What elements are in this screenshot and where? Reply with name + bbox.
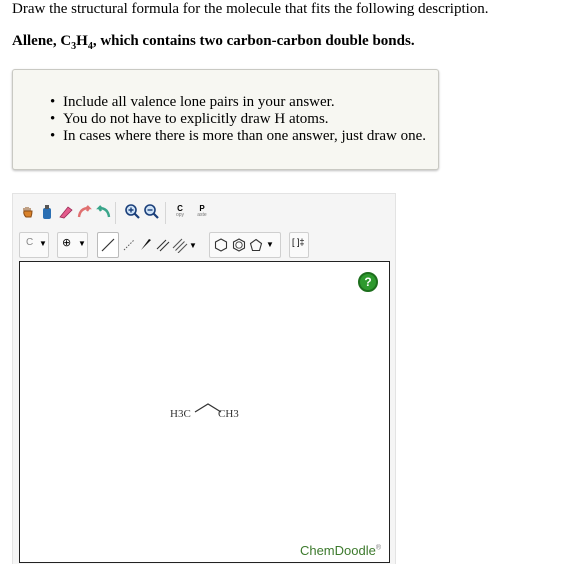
paste-sublabel: aste — [197, 212, 207, 218]
question-description: Allene, C3H4, which contains two carbon-… — [12, 33, 415, 52]
zoom-in-icon[interactable] — [124, 202, 142, 222]
single-bond-icon[interactable] — [97, 232, 119, 258]
instructions-box: Include all valence lone pairs in your a… — [12, 69, 439, 170]
instruction-item: Include all valence lone pairs in your a… — [50, 94, 426, 111]
atom-label-left: H3C — [170, 408, 191, 420]
charge-label: ⊕ — [62, 236, 72, 249]
drawing-canvas[interactable]: ? H3C CH3 ChemDoodle® — [19, 261, 390, 563]
copy-button[interactable]: C opy — [171, 202, 189, 222]
clear-icon[interactable] — [76, 202, 94, 222]
desc-prefix: Allene, C — [12, 33, 72, 49]
ring-icon[interactable] — [212, 235, 230, 255]
desc-suffix: , which contains two carbon-carbon doubl… — [92, 33, 415, 49]
charge-selector[interactable]: ⊕ ▼ — [57, 232, 88, 258]
chevron-down-icon[interactable]: ▼ — [266, 240, 274, 249]
atom-label-right: CH3 — [218, 408, 239, 420]
bond-stereo-icon[interactable] — [120, 235, 138, 255]
undo-icon[interactable] — [94, 202, 112, 222]
chevron-down-icon[interactable]: ▼ — [187, 235, 199, 255]
wedge-bond-icon[interactable] — [137, 235, 155, 255]
toolbar-row-1: C opy P aste — [19, 202, 219, 224]
instruction-item: You do not have to explicitly draw H ato… — [50, 111, 426, 128]
double-bond-icon[interactable] — [154, 235, 172, 255]
ring-tools: ▼ — [209, 232, 281, 258]
copy-sublabel: opy — [175, 212, 185, 218]
hand-icon[interactable] — [19, 202, 37, 222]
instructions-list: Include all valence lone pairs in your a… — [50, 94, 426, 145]
instruction-item: In cases where there is more than one an… — [50, 128, 426, 145]
lasso-icon[interactable] — [38, 202, 56, 222]
chevron-down-icon: ▼ — [78, 239, 86, 248]
help-icon[interactable]: ? — [358, 272, 378, 292]
eraser-icon[interactable] — [57, 202, 75, 222]
element-label: C — [26, 237, 34, 248]
toolbar-separator — [165, 202, 166, 224]
paste-button[interactable]: P aste — [193, 202, 211, 222]
element-selector[interactable]: C ▼ — [19, 232, 49, 258]
bracket-label: [ ]‡ — [292, 237, 305, 247]
question-instruction: Draw the structural formula for the mole… — [12, 1, 489, 17]
chevron-down-icon: ▼ — [39, 239, 47, 248]
brand-text: ChemDoodle — [299, 543, 376, 558]
benzene-icon[interactable] — [230, 235, 248, 255]
toolbar-separator — [115, 202, 116, 224]
toolbar-row-2: C ▼ ⊕ ▼ ▼ ▼ []‡ — [19, 232, 389, 258]
brand-mark: ® — [375, 544, 381, 552]
desc-h: H — [76, 33, 88, 49]
chemdoodle-logo: ChemDoodle® — [300, 543, 381, 558]
bracket-button[interactable]: [ ]‡ — [289, 232, 309, 258]
pentagon-icon[interactable] — [247, 235, 265, 255]
zoom-out-icon[interactable] — [143, 202, 161, 222]
